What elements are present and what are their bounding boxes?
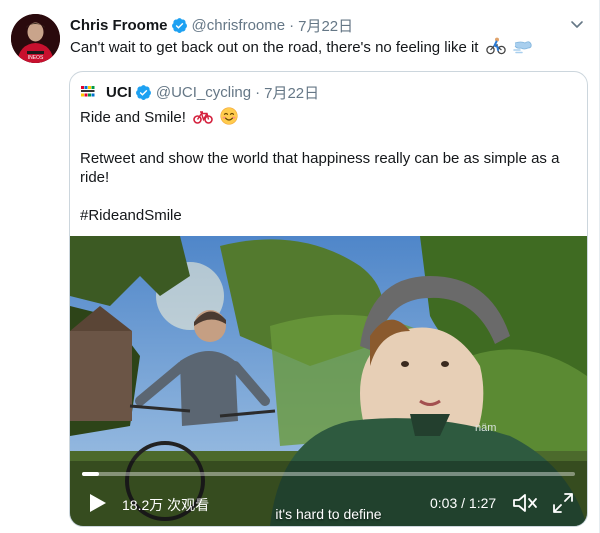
quoted-author-handle[interactable]: @UCI_cycling bbox=[156, 84, 251, 101]
verified-badge-icon bbox=[171, 17, 188, 34]
volume-muted-icon[interactable] bbox=[512, 492, 540, 514]
video-progress-fill bbox=[82, 472, 100, 476]
separator-dot: · bbox=[289, 16, 295, 34]
author-avatar[interactable]: INEOS bbox=[11, 14, 60, 63]
quoted-author-name[interactable]: UCI bbox=[106, 84, 132, 101]
svg-text:INEOS: INEOS bbox=[28, 55, 44, 61]
separator-dot: · bbox=[255, 83, 261, 101]
author-handle[interactable]: @chrisfroome bbox=[192, 17, 286, 34]
smiling-face-emoji-icon bbox=[220, 107, 238, 130]
view-count: 18.2万 次观看 bbox=[122, 497, 210, 513]
quoted-tweet[interactable]: UCI @UCI_cycling · 7月22日 Ride and Smile!… bbox=[69, 71, 588, 527]
bicycle-emoji-icon bbox=[193, 109, 213, 130]
author-name[interactable]: Chris Froome bbox=[70, 17, 168, 34]
tweet-text: Can't wait to get back out on the road, … bbox=[70, 37, 533, 61]
tweet-header: Chris Froome @chrisfroome · 7月22日 bbox=[70, 15, 559, 35]
video-time: 0:03 / 1:27 bbox=[430, 495, 497, 511]
quoted-line-1-text: Ride and Smile! bbox=[80, 109, 186, 126]
quoted-line-1: Ride and Smile! bbox=[80, 107, 573, 130]
video-progress-bar[interactable] bbox=[82, 472, 575, 476]
chevron-down-icon[interactable] bbox=[569, 16, 585, 32]
cyclist-emoji-icon bbox=[485, 37, 506, 61]
uci-logo-icon bbox=[80, 82, 100, 102]
video-controls: 18.2万 次观看 0:03 / 1:27 bbox=[70, 480, 587, 526]
quoted-tweet-header: UCI @UCI_cycling · 7月22日 bbox=[80, 82, 319, 102]
verified-badge-icon bbox=[135, 84, 152, 101]
fullscreen-icon[interactable] bbox=[552, 492, 574, 514]
tweet-text-body: Can't wait to get back out on the road, … bbox=[70, 39, 479, 56]
tweet: INEOS Chris Froome @chrisfroome · 7月22日 … bbox=[0, 0, 600, 533]
quoted-tweet-text: Ride and Smile! Retweet and show the wor… bbox=[80, 107, 573, 225]
hashtag-link[interactable]: #RideandSmile bbox=[80, 206, 573, 225]
tweet-date[interactable]: 7月22日 bbox=[298, 15, 353, 36]
quoted-tweet-date[interactable]: 7月22日 bbox=[264, 82, 319, 103]
dash-emoji-icon bbox=[513, 37, 533, 61]
video-player[interactable]: näm it's hard to define 18.2万 次观看 0:03 /… bbox=[70, 236, 587, 526]
svg-text:näm: näm bbox=[475, 422, 496, 434]
play-icon[interactable] bbox=[86, 492, 108, 514]
quoted-line-2: Retweet and show the world that happines… bbox=[80, 150, 560, 186]
